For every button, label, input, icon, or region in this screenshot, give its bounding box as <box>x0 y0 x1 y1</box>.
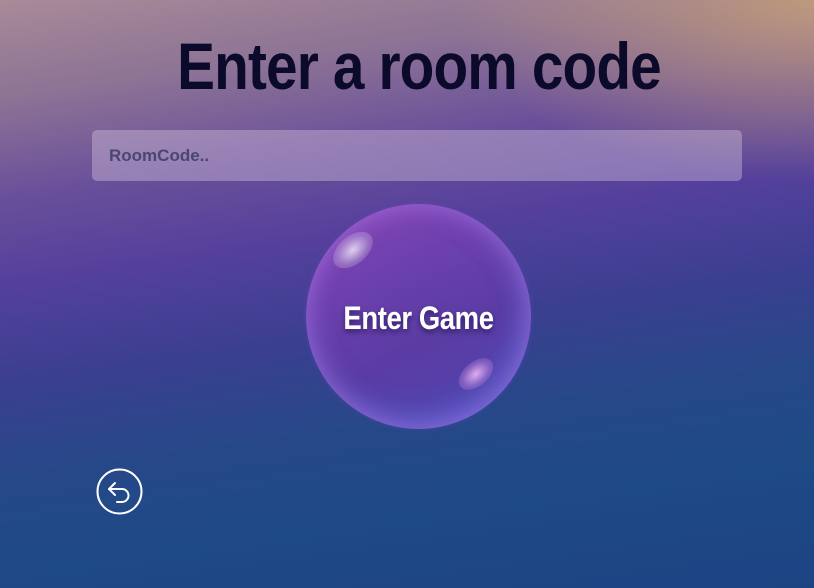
bubble-highlight <box>326 224 380 276</box>
enter-game-label: Enter Game <box>343 300 494 336</box>
bubble-reflection <box>452 351 500 397</box>
enter-game-button[interactable]: Enter Game <box>306 204 531 429</box>
page-title: Enter a room code <box>177 29 662 103</box>
back-button[interactable] <box>96 468 143 515</box>
back-arrow-icon <box>96 468 143 515</box>
room-code-input[interactable] <box>92 130 742 181</box>
